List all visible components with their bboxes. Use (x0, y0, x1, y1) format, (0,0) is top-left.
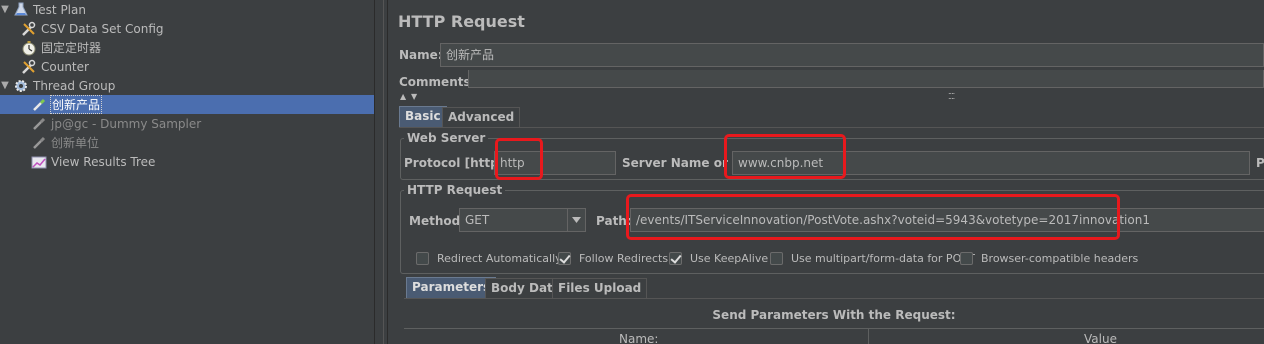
comments-label: Comments: (399, 75, 476, 89)
chart-icon (30, 154, 48, 170)
checkbox-box[interactable] (669, 251, 682, 265)
tab-parameters[interactable]: Parameters (406, 277, 497, 298)
checkbox-label: Follow Redirects (579, 251, 669, 265)
checkbox-label: Use multipart/form-data for POST (791, 251, 975, 265)
tree-item-label: 固定定时器 (41, 41, 102, 55)
web-server-title: Web Server (404, 131, 489, 145)
parameters-table-header: Name: Value (404, 328, 1264, 344)
pipette-icon (30, 116, 48, 132)
http-request-panel: HTTP Request Name: 创新产品 Comments: ▲ ▼ ⁚⁚… (392, 0, 1264, 344)
follow-redirects-checkbox[interactable]: Follow Redirects (558, 250, 668, 266)
tab-files-upload[interactable]: Files Upload (552, 278, 648, 299)
checkbox-box[interactable] (558, 251, 571, 265)
column-header-value[interactable]: Value (1084, 332, 1117, 344)
parameters-title: Send Parameters With the Request: (712, 308, 956, 322)
wrench-icon (20, 59, 38, 75)
wrench-icon (20, 21, 38, 37)
tree-item-counter[interactable]: Counter (0, 57, 374, 76)
panel-splitter[interactable] (374, 0, 384, 344)
collapse-up-icon[interactable]: ▲ (400, 92, 406, 101)
stopwatch-icon (20, 40, 38, 56)
http-request-title: HTTP Request (404, 183, 506, 197)
column-separator[interactable] (868, 329, 869, 344)
pipette-icon (30, 97, 48, 113)
expand-arrow-icon[interactable]: ▼ (0, 4, 10, 15)
parameters-header: Send Parameters With the Request: (404, 303, 1264, 327)
tree-item-view-results-tree[interactable]: View Results Tree (0, 152, 374, 171)
tree-item-thread-group[interactable]: ▼ Thread Group (0, 76, 374, 95)
flask-icon (12, 2, 30, 18)
tab-basic[interactable]: Basic (399, 106, 447, 127)
redirect-automatically-checkbox[interactable]: Redirect Automatically (416, 250, 562, 266)
comments-field[interactable] (468, 70, 1264, 88)
panel-splitter-edge (384, 0, 388, 344)
page-title: HTTP Request (398, 12, 525, 31)
tree-item-label: Test Plan (33, 2, 86, 17)
tab-advanced[interactable]: Advanced (442, 107, 521, 128)
gear-icon (12, 78, 30, 94)
collapse-down-icon[interactable]: ▼ (411, 92, 417, 101)
test-plan-tree: ▼ Test Plan CSV Data Set Config 固定定时器 Co… (0, 0, 374, 344)
tree-item-selected-sampler[interactable]: 创新产品 (0, 95, 374, 114)
tree-item-test-plan[interactable]: ▼ Test Plan (0, 0, 374, 19)
chevron-down-icon[interactable] (567, 209, 585, 231)
annotation-box-path (626, 194, 1120, 240)
method-select[interactable]: GET (459, 208, 586, 232)
checkbox-label: Browser-compatible headers (981, 251, 1139, 265)
collapse-divider[interactable]: ▲ ▼ ⁚⁚⁚⁚ (396, 92, 1264, 101)
tree-item-label: Thread Group (33, 78, 116, 93)
port-label: P (1256, 156, 1264, 170)
drag-handle-icon[interactable]: ⁚⁚⁚⁚ (948, 92, 955, 101)
tree-item-constant-timer[interactable]: 固定定时器 (0, 38, 374, 57)
use-multipart-checkbox[interactable]: Use multipart/form-data for POST (770, 250, 975, 266)
checkbox-box[interactable] (416, 251, 429, 265)
tree-item-dummy-sampler[interactable]: jp@gc - Dummy Sampler (0, 114, 374, 133)
checkbox-box[interactable] (960, 251, 973, 265)
tree-item-label: View Results Tree (51, 154, 156, 169)
tree-item-csv-data-set-config[interactable]: CSV Data Set Config (0, 19, 374, 38)
tree-item-innovation-unit[interactable]: 创新单位 (0, 133, 374, 152)
column-header-name[interactable]: Name: (619, 332, 658, 344)
use-keepalive-checkbox[interactable]: Use KeepAlive (669, 250, 768, 266)
name-field[interactable]: 创新产品 (440, 43, 1264, 67)
tree-item-label: Counter (41, 59, 89, 74)
tree-item-label: CSV Data Set Config (41, 21, 164, 36)
method-label: Method: (409, 214, 465, 228)
tree-item-label: 创新产品 (49, 95, 103, 114)
browser-compatible-headers-checkbox[interactable]: Browser-compatible headers (960, 250, 1138, 266)
annotation-box-server (724, 134, 846, 179)
expand-arrow-icon[interactable]: ▼ (0, 80, 10, 91)
pipette-icon (30, 135, 48, 151)
method-value: GET (465, 213, 490, 227)
checkbox-label: Redirect Automatically (437, 251, 562, 265)
tree-item-label: jp@gc - Dummy Sampler (51, 116, 202, 131)
annotation-box-protocol (495, 138, 543, 180)
tab-underline (399, 127, 1264, 128)
name-label: Name: (399, 48, 443, 62)
checkbox-label: Use KeepAlive (690, 251, 769, 265)
checkbox-box[interactable] (770, 251, 783, 265)
tree-item-label: 创新单位 (51, 136, 100, 150)
subtab-underline (404, 298, 1264, 299)
